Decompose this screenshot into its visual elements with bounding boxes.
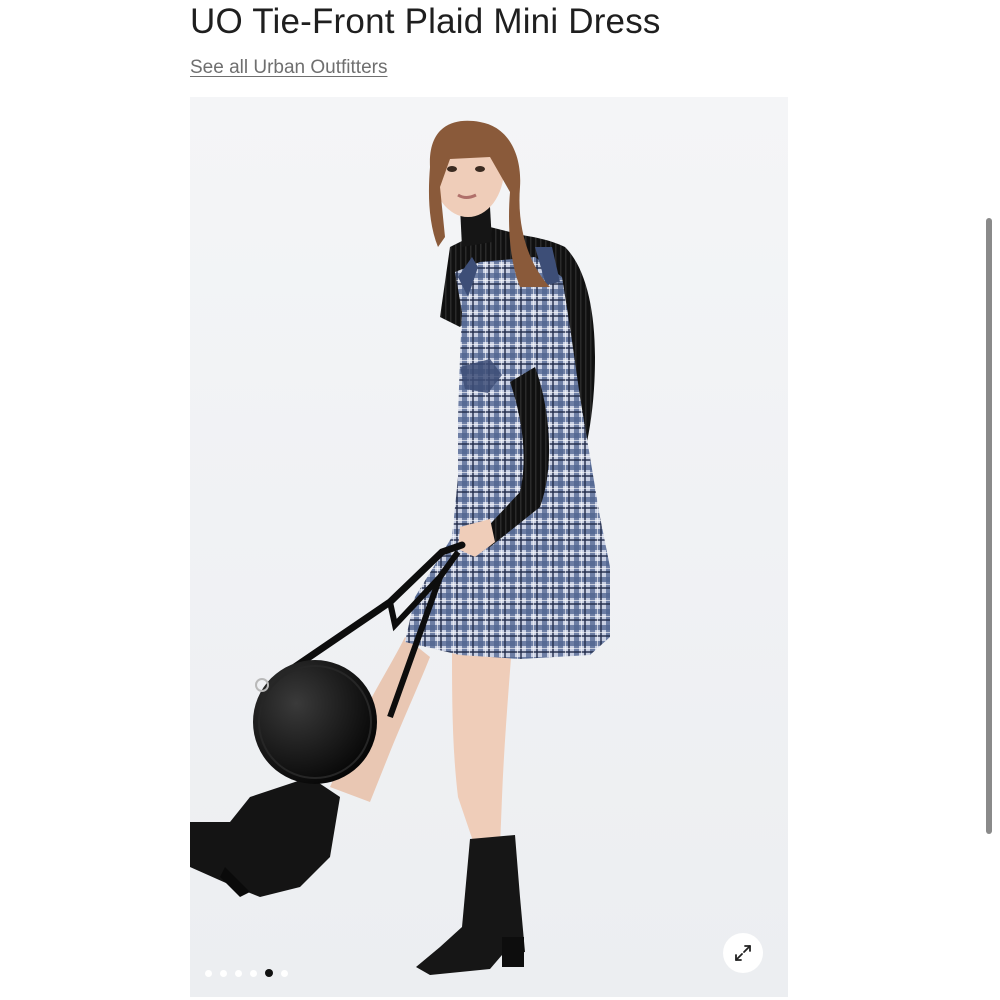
expand-image-button[interactable]: [723, 933, 763, 973]
see-all-brand-link[interactable]: See all Urban Outfitters: [190, 57, 387, 79]
carousel-dot[interactable]: [220, 969, 227, 977]
carousel-dot[interactable]: [235, 969, 242, 977]
expand-arrows-icon: [735, 945, 751, 961]
carousel-dot[interactable]: [281, 969, 288, 977]
page-scrollbar[interactable]: [986, 218, 992, 834]
carousel-dot[interactable]: [205, 969, 212, 977]
carousel-dot[interactable]: [250, 969, 257, 977]
carousel-dots: [205, 969, 288, 977]
carousel-dot-active[interactable]: [265, 969, 273, 977]
product-title: UO Tie-Front Plaid Mini Dress: [190, 2, 661, 41]
product-image-gallery[interactable]: [190, 97, 788, 997]
product-photo[interactable]: [190, 97, 788, 997]
product-page: UO Tie-Front Plaid Mini Dress See all Ur…: [0, 0, 1000, 1000]
